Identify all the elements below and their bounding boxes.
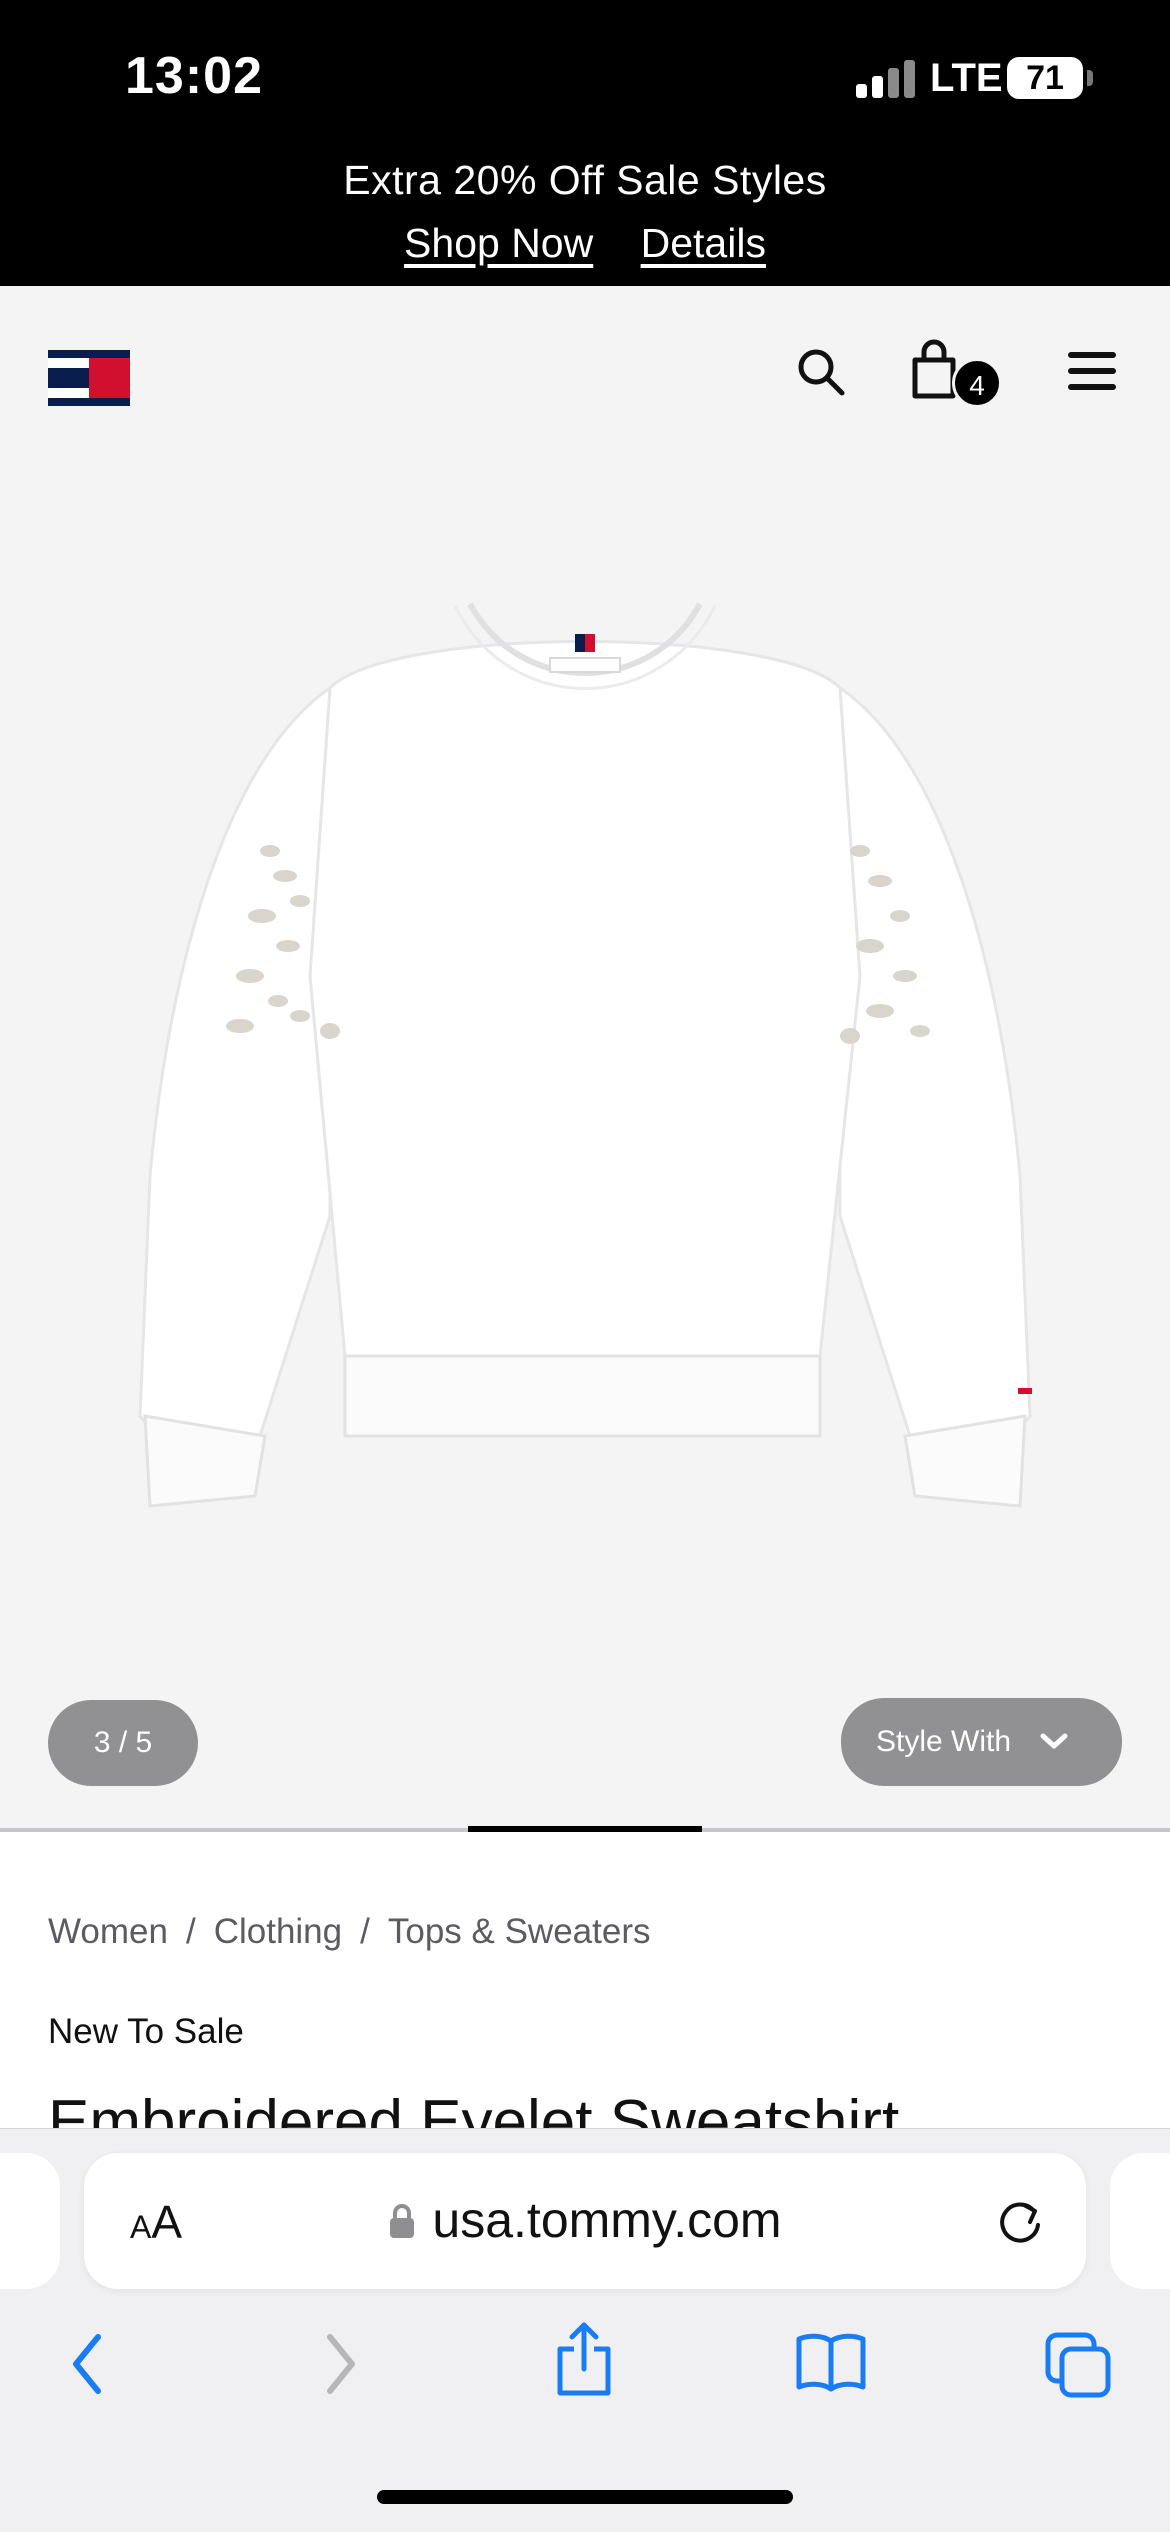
promo-text: Extra 20% Off Sale Styles [343,157,827,203]
breadcrumb-separator: / [360,1912,370,1951]
lock-icon [390,2204,415,2238]
next-tab-preview[interactable] [1110,2153,1170,2289]
breadcrumb: Women / Clothing / Tops & Sweaters [48,1912,650,1952]
reload-icon[interactable] [994,2195,1046,2247]
home-indicator[interactable] [377,2490,793,2504]
bookmarks-icon[interactable] [794,2331,868,2393]
flag-logo-icon[interactable] [48,350,130,406]
address-bar[interactable]: AA usa.tommy.com [84,2153,1086,2289]
forward-icon[interactable] [316,2329,364,2399]
browser-bottom-bar: AA usa.tommy.com [0,2128,1170,2532]
breadcrumb-women[interactable]: Women [48,1912,168,1952]
share-icon[interactable] [552,2319,616,2399]
product-info: Women / Clothing / Tops & Sweaters New T… [0,1832,1170,2132]
tabs-icon[interactable] [1044,2331,1114,2401]
details-link[interactable]: Details [641,220,766,266]
product-title: Embroidered Eyelet Sweatshirt [48,2088,900,2132]
battery-icon: 71 [1007,57,1083,99]
chevron-down-icon [1040,1733,1068,1749]
battery-nub [1087,70,1093,86]
status-time: 13:02 [125,47,263,105]
cart-button[interactable]: 4 [908,338,1004,408]
url-text: usa.tommy.com [432,2192,782,2248]
image-counter: 3 / 5 [48,1700,198,1786]
sale-tag: New To Sale [48,2012,244,2051]
promo-links: Shop Now Details [0,220,1170,267]
url-field[interactable]: usa.tommy.com [84,2191,1086,2249]
battery-level: 71 [1026,59,1064,97]
search-icon[interactable] [795,346,847,398]
network-label: LTE [930,56,1003,100]
menu-icon[interactable] [1068,352,1116,390]
cart-count-badge: 4 [952,358,1002,408]
cart-count: 4 [969,370,985,401]
signal-icon [856,58,916,98]
product-gallery[interactable]: 3 / 5 Style With [0,456,1170,1830]
product-image [138,602,1032,1508]
site-header: 4 [0,286,1170,456]
breadcrumb-clothing[interactable]: Clothing [214,1912,342,1952]
style-with-button[interactable]: Style With [841,1698,1122,1786]
back-icon[interactable] [64,2329,112,2399]
previous-tab-preview[interactable] [0,2153,60,2289]
breadcrumb-tops-sweaters[interactable]: Tops & Sweaters [388,1912,651,1952]
shop-now-link[interactable]: Shop Now [404,220,593,266]
style-with-label: Style With [876,1725,1012,1758]
promo-banner: 13:02 LTE 71 Extra 20% Off Sale Styles S… [0,0,1170,286]
breadcrumb-separator: / [185,1912,196,1951]
